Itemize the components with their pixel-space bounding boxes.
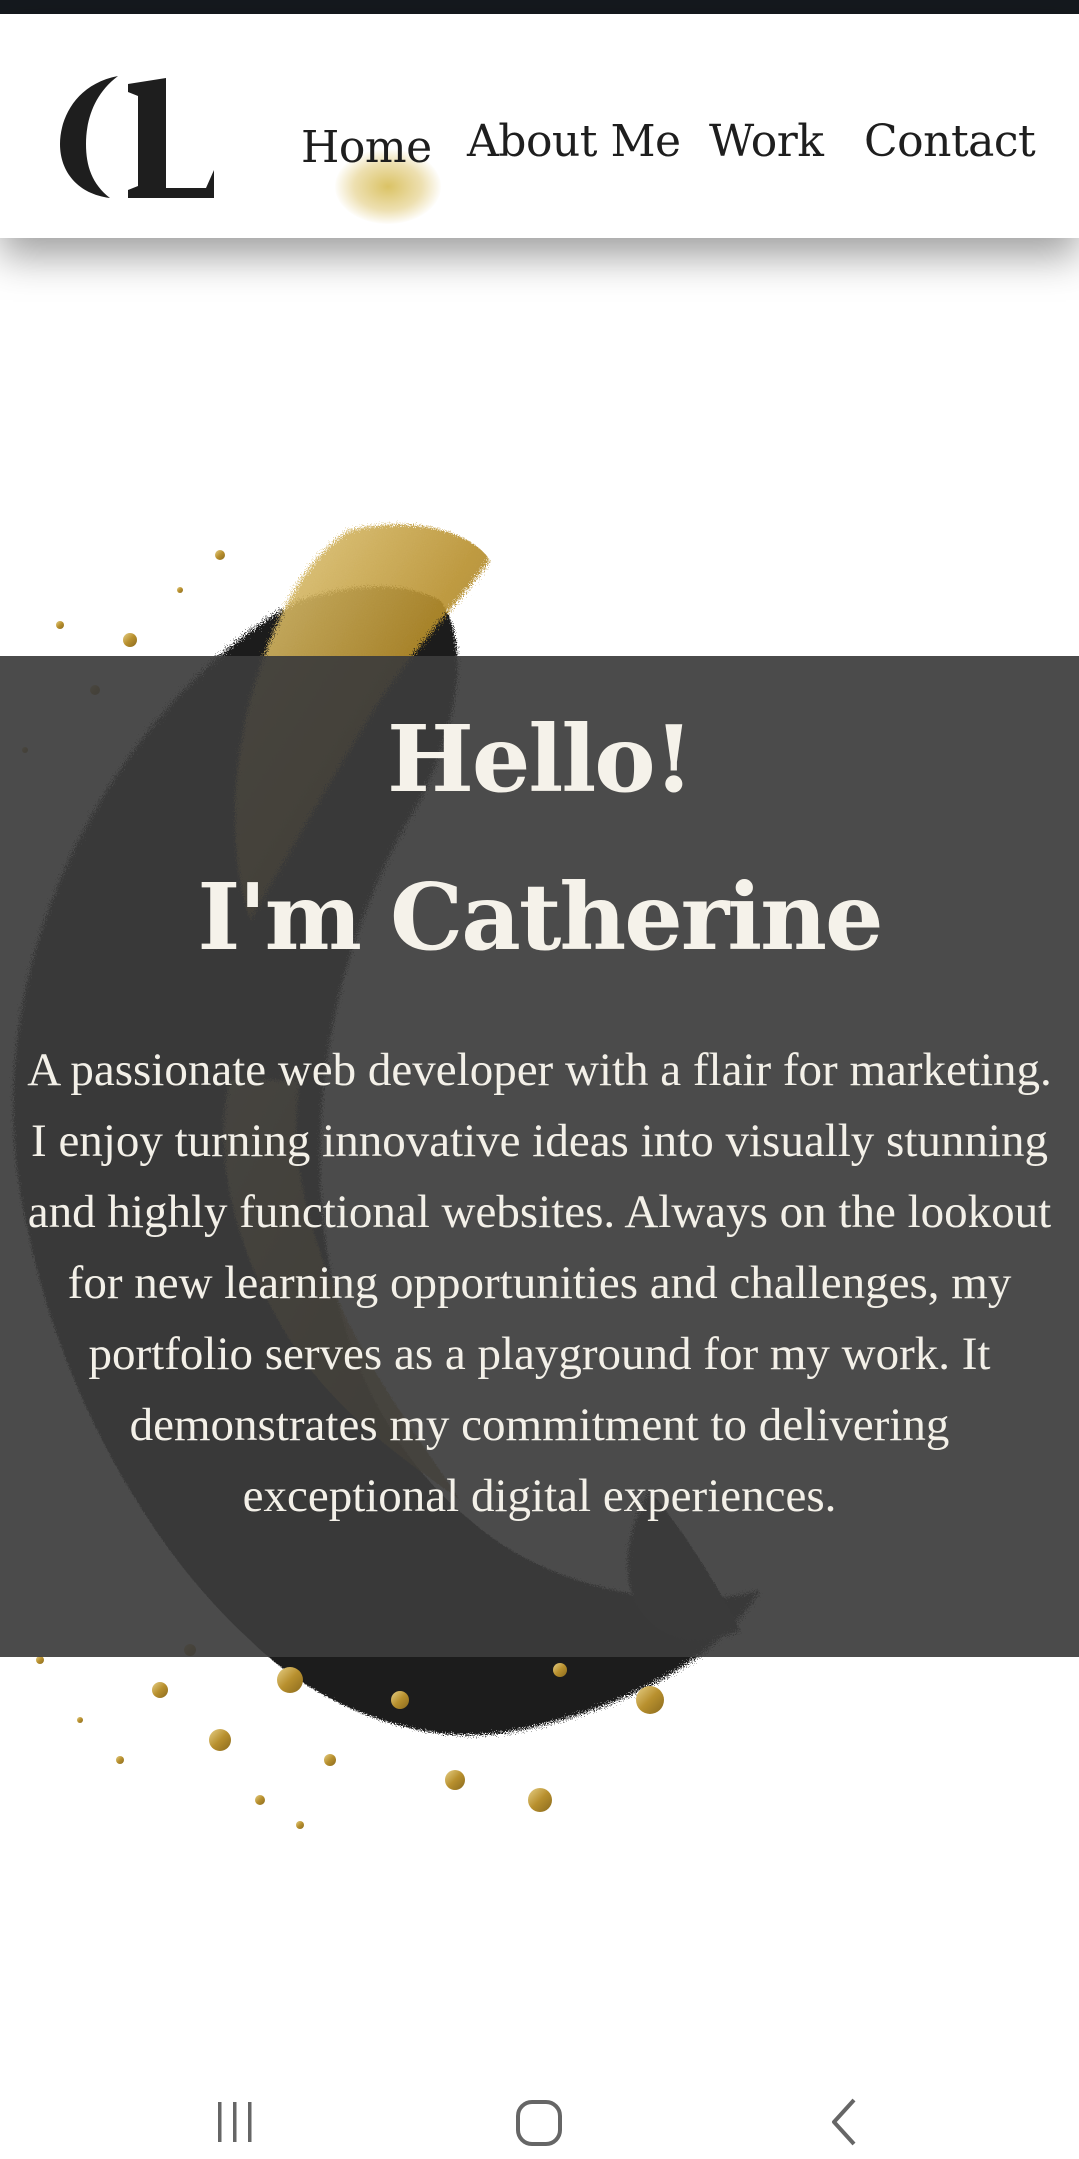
recents-icon[interactable] — [210, 2084, 260, 2159]
site-header: Home About Me Work Contact — [0, 14, 1079, 238]
nav-about-link[interactable]: About Me — [467, 116, 681, 167]
nav-work-link[interactable]: Work — [709, 116, 824, 167]
portfolio-page: Home About Me Work Contact Hello! I'm Ca… — [0, 0, 1079, 2159]
hero-description: A passionate web developer with a flair … — [27, 1044, 1052, 1522]
status-bar — [0, 0, 1079, 14]
nav-contact-link[interactable]: Contact — [864, 116, 1036, 167]
nav-home-link[interactable]: Home — [301, 122, 432, 173]
hero-greeting: Hello! — [386, 705, 694, 813]
home-icon[interactable] — [510, 2084, 570, 2159]
system-nav-bar — [0, 2084, 1079, 2159]
hero-name: I'm Catherine — [197, 863, 883, 971]
back-icon[interactable] — [820, 2084, 870, 2159]
hero-title: Hello! I'm Catherine — [0, 680, 1079, 996]
cl-logo[interactable] — [56, 66, 216, 206]
